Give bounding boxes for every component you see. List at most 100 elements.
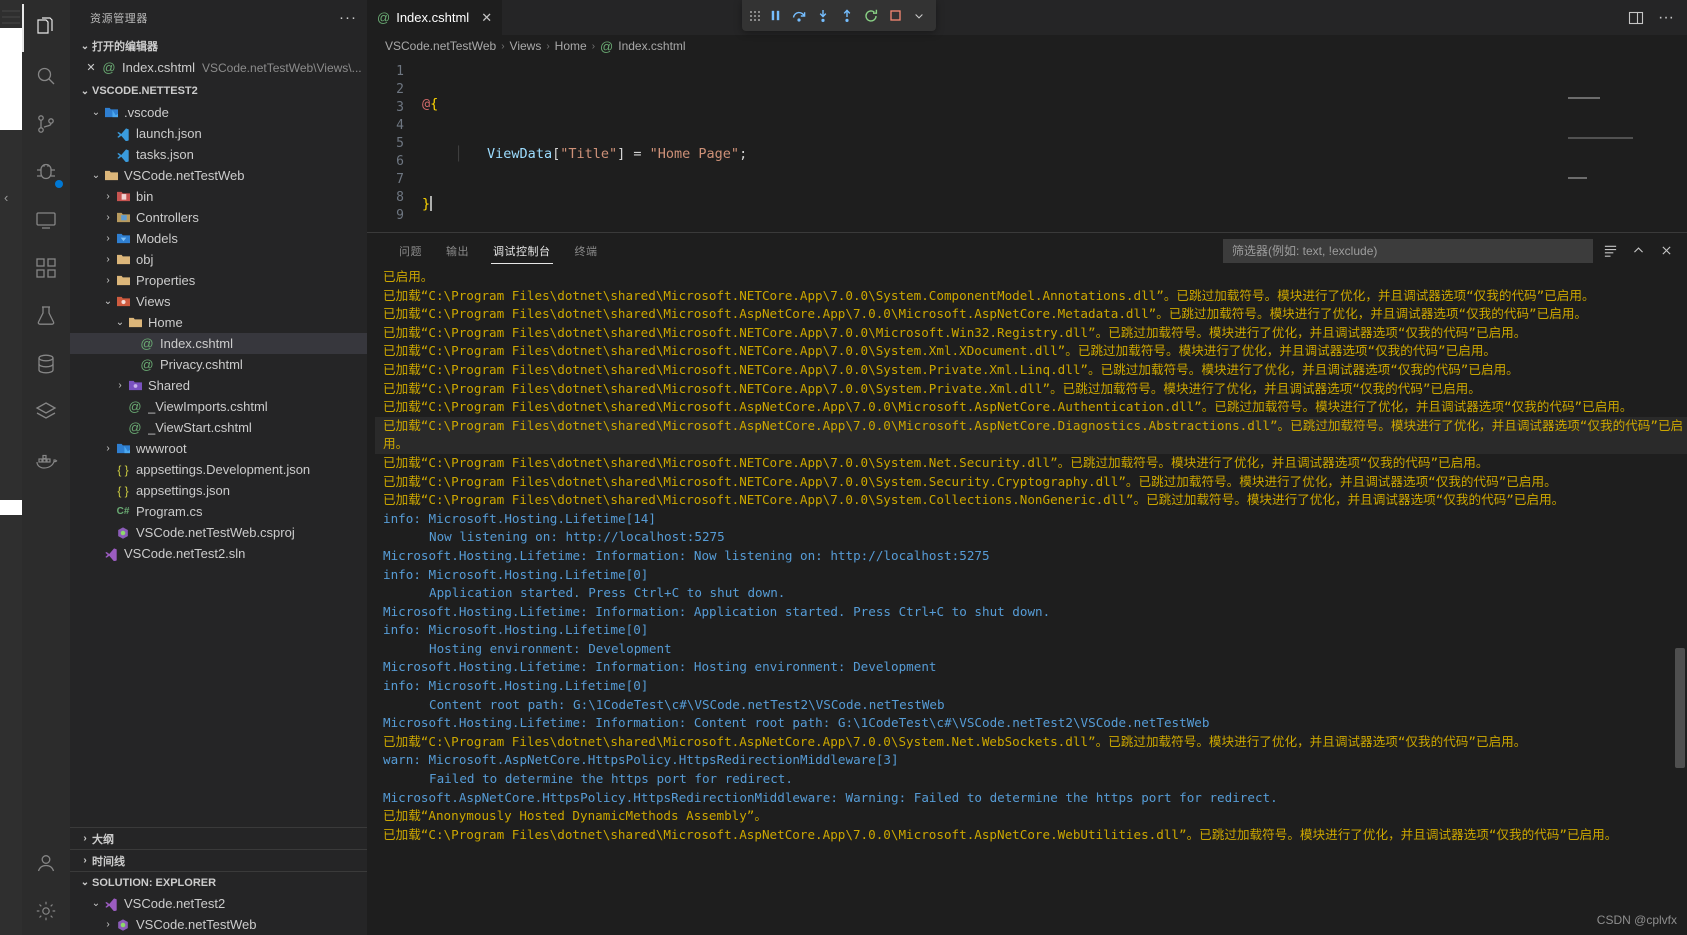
console-line: info: Microsoft.Hosting.Lifetime[0] — [383, 622, 649, 638]
tree-row-appsettings[interactable]: { } appsettings.json — [70, 480, 367, 501]
tree-row-bin[interactable]: › bin — [70, 186, 367, 207]
chevron-right-icon[interactable]: › — [102, 233, 114, 244]
tree-row-privacy-cshtml[interactable]: @ Privacy.cshtml — [70, 354, 367, 375]
workspace-section-header[interactable]: ⌄ VSCODE.NETTEST2 — [70, 80, 367, 102]
filter-input[interactable] — [1232, 243, 1584, 258]
activity-item-accounts[interactable] — [22, 839, 70, 887]
minimap[interactable] — [1568, 61, 1673, 179]
tree-row-wwwroot[interactable]: › wwwroot — [70, 438, 367, 459]
close-icon[interactable]: ✕ — [481, 10, 492, 26]
activity-item-remote-explorer[interactable] — [22, 196, 70, 244]
chevron-down-icon[interactable]: ⌄ — [114, 317, 126, 328]
tree-row-sln[interactable]: VSCode.netTest2.sln — [70, 543, 367, 564]
breadcrumb-item-3[interactable]: Index.cshtml — [618, 39, 685, 53]
ellipsis-icon[interactable]: ··· — [1653, 0, 1679, 35]
chevron-down-icon[interactable]: ⌄ — [102, 296, 114, 307]
line-number: 1 — [396, 64, 404, 79]
breadcrumb-item-2[interactable]: Home — [555, 39, 587, 53]
breadcrumb-item-0[interactable]: VSCode.netTestWeb — [385, 39, 496, 53]
chevron-down-icon[interactable]: ⌄ — [90, 898, 102, 909]
menu-icon[interactable] — [2, 10, 20, 24]
tree-row-csproj[interactable]: VSCode.netTestWeb.csproj — [70, 522, 367, 543]
chevron-up-icon[interactable] — [1627, 240, 1649, 262]
tree-row-appsettings-dev[interactable]: { } appsettings.Development.json — [70, 459, 367, 480]
tree-row-home[interactable]: ⌄ Home — [70, 312, 367, 333]
open-editors-label: 打开的编辑器 — [92, 41, 158, 53]
activity-item-layers[interactable] — [22, 388, 70, 436]
activity-item-testing[interactable] — [22, 292, 70, 340]
chevron-right-icon[interactable]: › — [102, 254, 114, 265]
filter-box[interactable] — [1223, 238, 1593, 263]
tab-index-cshtml[interactable]: @ Index.cshtml ✕ — [367, 0, 504, 35]
tree-row-controllers[interactable]: › Controllers — [70, 207, 367, 228]
chevron-right-icon[interactable]: › — [102, 443, 114, 454]
extensions-icon — [34, 256, 58, 280]
tab-debug-console[interactable]: 调试控制台 — [481, 233, 563, 268]
solution-explorer-section-header[interactable]: ⌄ SOLUTION: EXPLORER — [70, 871, 367, 893]
chevron-down-icon[interactable]: ⌄ — [90, 170, 102, 181]
tree-row-obj[interactable]: › obj — [70, 249, 367, 270]
step-over-button[interactable] — [788, 3, 810, 29]
open-editor-item-index[interactable]: ✕ @ Index.cshtml VSCode.netTestWeb\Views… — [70, 57, 367, 78]
folder-icon — [114, 274, 132, 287]
tab-problems[interactable]: 问题 — [387, 233, 434, 268]
collapse-arrow-icon[interactable]: ‹ — [4, 190, 8, 205]
tree-row-tasks-json[interactable]: tasks.json — [70, 144, 367, 165]
timeline-label: 时间线 — [92, 855, 125, 868]
restart-button[interactable] — [860, 3, 882, 29]
activity-item-search[interactable] — [22, 52, 70, 100]
chevron-right-icon[interactable]: › — [102, 212, 114, 223]
tree-row-viewstart[interactable]: @ _ViewStart.cshtml — [70, 417, 367, 438]
tree-label: VSCode.netTestWeb — [124, 168, 245, 183]
code-content[interactable]: @{ │ ViewData["Title"] = "Home Page"; } … — [422, 57, 1687, 232]
activity-item-explorer[interactable] — [22, 4, 70, 52]
open-editors-section-header[interactable]: ⌄ 打开的编辑器 — [70, 35, 367, 57]
activity-item-source-control[interactable] — [22, 100, 70, 148]
tree-row-models[interactable]: › Models — [70, 228, 367, 249]
editor-scrollbar[interactable] — [1673, 57, 1687, 232]
debug-console-output[interactable]: 已启用。 已加载“C:\Program Files\dotnet\shared\… — [367, 268, 1687, 935]
activity-item-manage[interactable] — [22, 887, 70, 935]
tree-row-vscode-nettestweb[interactable]: ⌄ VSCode.netTestWeb — [70, 165, 367, 186]
tree-row-index-cshtml[interactable]: @ Index.cshtml — [70, 333, 367, 354]
tree-row-launch-json[interactable]: launch.json — [70, 123, 367, 144]
chevron-down-icon[interactable]: ⌄ — [90, 107, 102, 118]
tree-row-viewimports[interactable]: @ _ViewImports.cshtml — [70, 396, 367, 417]
tree-row-shared[interactable]: › Shared — [70, 375, 367, 396]
code-editor[interactable]: 1 2 3 4 5 6 7 8 9 @{ │ ViewData["Title"]… — [367, 57, 1687, 232]
activity-item-docker[interactable] — [22, 436, 70, 484]
activity-item-database[interactable] — [22, 340, 70, 388]
console-scrollbar[interactable] — [1673, 268, 1687, 935]
chevron-right-icon[interactable]: › — [114, 380, 126, 391]
console-line: Microsoft.Hosting.Lifetime: Information:… — [383, 715, 1210, 731]
close-icon[interactable]: ✕ — [82, 61, 100, 74]
activity-item-run-and-debug[interactable] — [22, 148, 70, 196]
close-icon[interactable] — [1655, 240, 1677, 262]
step-out-button[interactable] — [836, 3, 858, 29]
pause-button[interactable] — [764, 3, 786, 29]
tab-terminal[interactable]: 终端 — [563, 233, 610, 268]
breadcrumb-item-1[interactable]: Views — [510, 39, 542, 53]
solution-row-nettest2[interactable]: ⌄ VSCode.netTest2 — [70, 893, 367, 914]
chevron-right-icon[interactable]: › — [102, 919, 114, 930]
tab-output[interactable]: 输出 — [434, 233, 481, 268]
tree-row-views[interactable]: ⌄ Views — [70, 291, 367, 312]
tree-row-properties[interactable]: › Properties — [70, 270, 367, 291]
tree-row-program-cs[interactable]: C# Program.cs — [70, 501, 367, 522]
outline-section-header[interactable]: › 大纲 — [70, 827, 367, 849]
clear-all-icon[interactable] — [1599, 240, 1621, 262]
sidebar-more-actions-button[interactable]: ··· — [339, 10, 357, 25]
activity-item-extensions[interactable] — [22, 244, 70, 292]
stop-button[interactable] — [884, 3, 906, 29]
chevron-right-icon[interactable]: › — [102, 191, 114, 202]
split-icon[interactable] — [1623, 0, 1649, 35]
chevron-right-icon[interactable]: › — [102, 275, 114, 286]
grip-icon[interactable] — [748, 10, 760, 21]
sidebar-header: 资源管理器 ··· — [70, 0, 367, 35]
tree-row-vscode-folder[interactable]: ⌄ .vscode — [70, 102, 367, 123]
console-scrollbar-thumb[interactable] — [1675, 648, 1685, 768]
solution-row-nettestweb[interactable]: › VSCode.netTestWeb — [70, 914, 367, 935]
chevron-down-icon[interactable] — [908, 3, 930, 29]
timeline-section-header[interactable]: › 时间线 — [70, 849, 367, 871]
step-into-button[interactable] — [812, 3, 834, 29]
